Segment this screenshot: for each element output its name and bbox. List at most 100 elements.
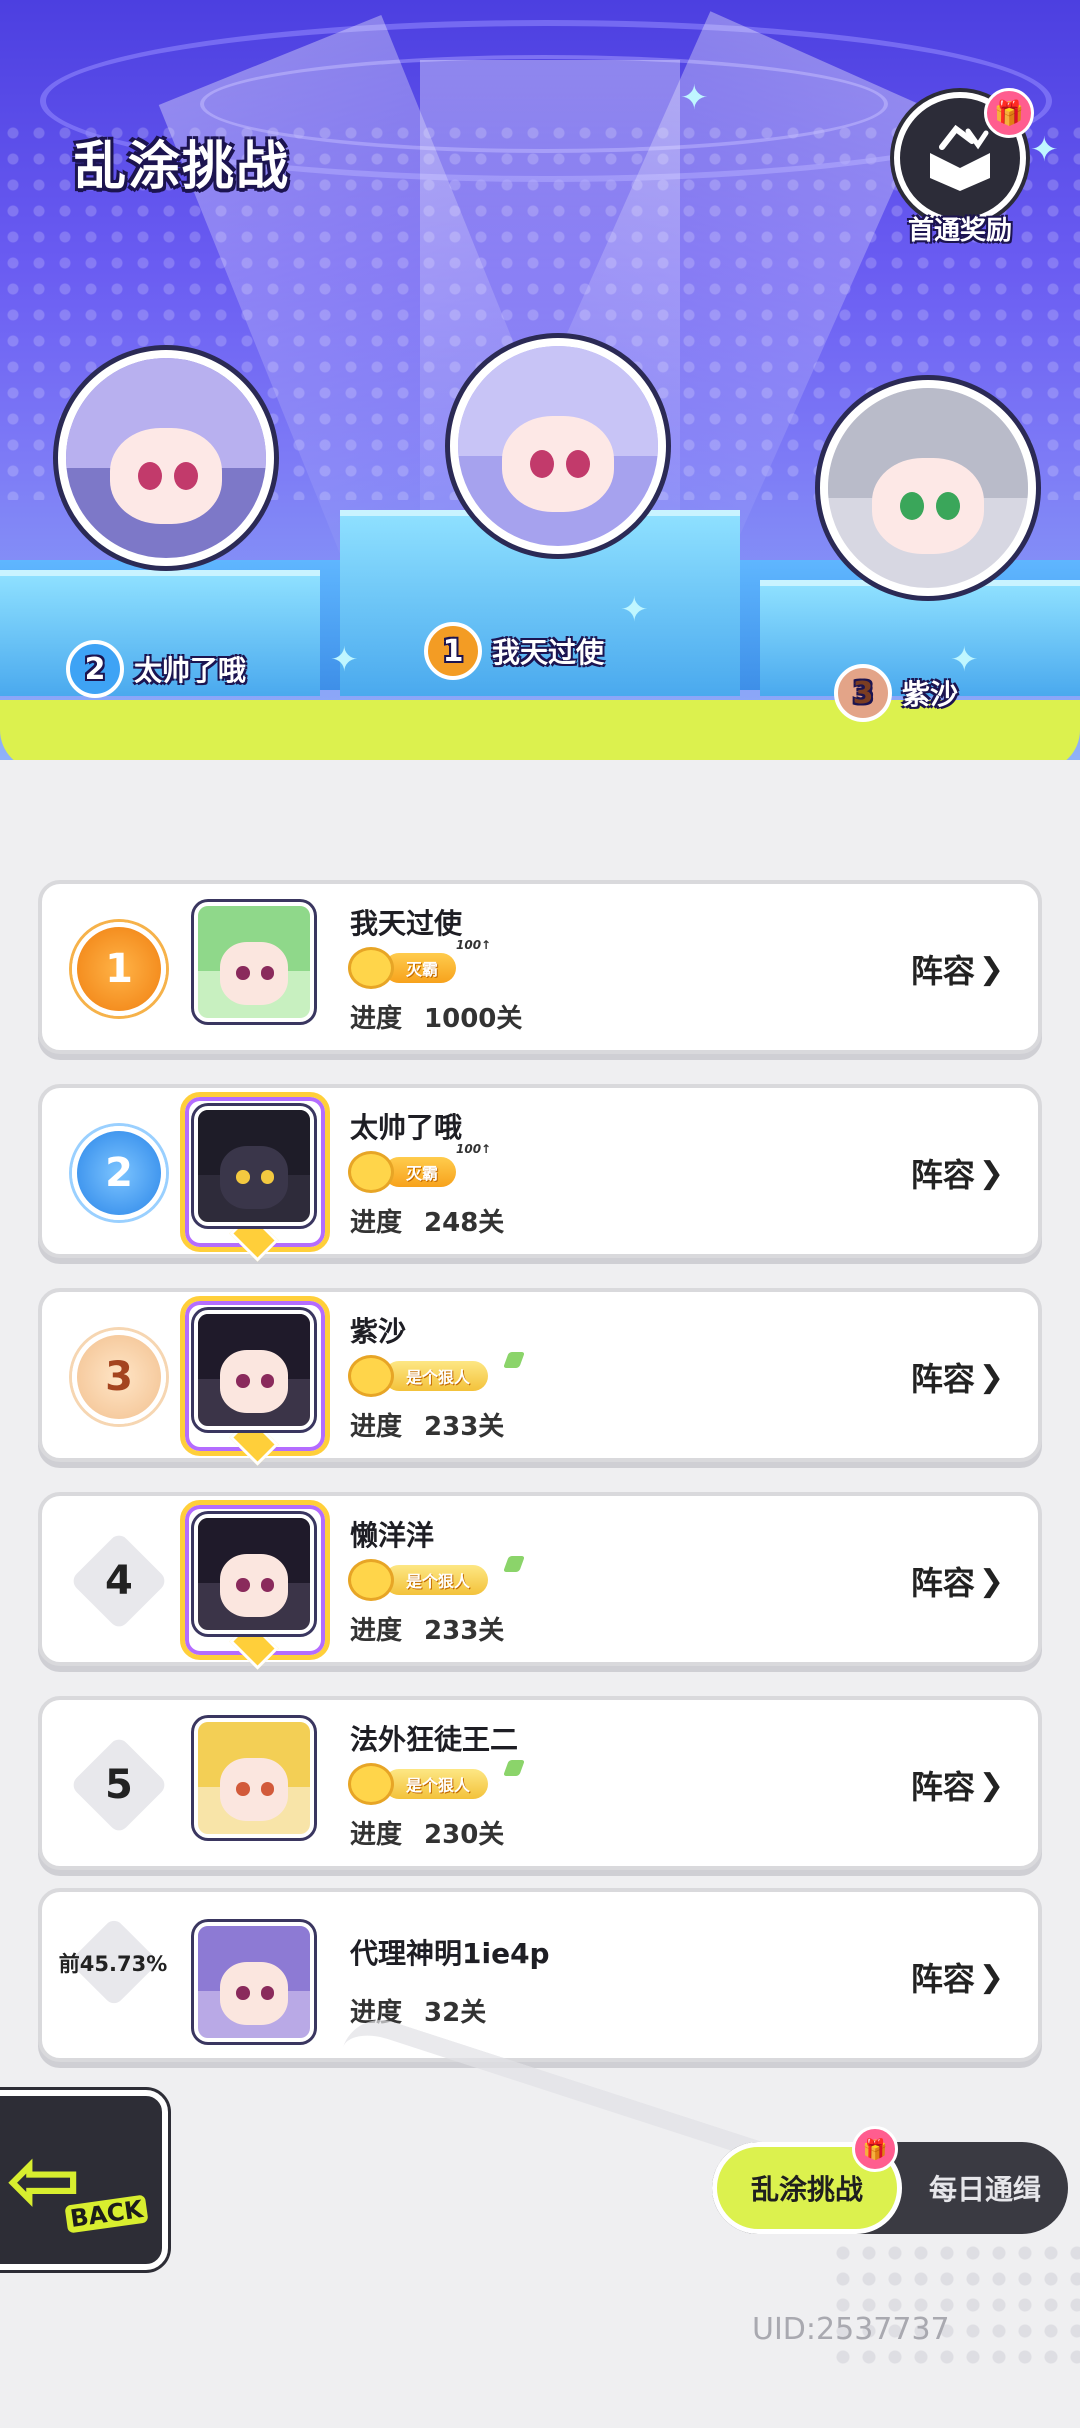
progress-text: 进度 230关: [350, 1814, 504, 1851]
user-id: UID:2537737: [752, 2312, 950, 2347]
rank-number: 4: [105, 1558, 133, 1604]
tab-daily-wanted[interactable]: 每日通缉: [902, 2142, 1068, 2234]
coin-icon: [348, 947, 394, 989]
progress-text: 进度 248关: [350, 1202, 504, 1239]
player-name: 我天过使: [492, 636, 605, 669]
rank-badge: 1: [424, 622, 482, 680]
leaf-icon: [503, 1760, 525, 1776]
chevron-right-icon: ❯: [978, 1767, 1004, 1803]
gift-icon: 🎁: [852, 2126, 898, 2172]
avatar[interactable]: [194, 1514, 314, 1634]
avatar[interactable]: [194, 1310, 314, 1430]
progress-label: 进度: [350, 1616, 403, 1646]
leaderboard-row: 4 懒洋洋 是个狠人 进度 233关 阵容 ❯: [38, 1492, 1042, 1670]
badge-tag: 100↑: [456, 1142, 492, 1156]
progress-label: 进度: [350, 1208, 403, 1238]
badge-tag: 100↑: [456, 938, 492, 952]
progress-label: 进度: [350, 1820, 403, 1850]
progress-value: 248关: [424, 1208, 505, 1238]
chevron-right-icon: ❯: [978, 1563, 1004, 1599]
leaderboard-row: 3 紫沙 是个狠人 进度 233关 阵容 ❯: [38, 1288, 1042, 1466]
lineup-button[interactable]: 阵容 ❯: [911, 1954, 1004, 2000]
background-halftone: [830, 2240, 1080, 2376]
lineup-button[interactable]: 阵容 ❯: [911, 1150, 1004, 1196]
leaf-icon: [503, 1352, 525, 1368]
player-name: 太帅了哦: [350, 1111, 463, 1144]
lineup-button[interactable]: 阵容 ❯: [911, 1354, 1004, 1400]
title-badge: 是个狠人: [348, 1556, 525, 1601]
lineup-label: 阵容: [910, 1360, 975, 1398]
hero-stage: 乱涂挑战 🎁 首通奖励 2 太帅了哦 1 我天过使 3 紫沙 ✦ ✦ ✦ ✦ ✦: [0, 0, 1080, 760]
progress-value: 233关: [424, 1616, 505, 1646]
badge-label: 是个狠人: [384, 1769, 489, 1799]
coin-icon: [348, 1151, 394, 1193]
sparkle-icon: ✦: [330, 640, 359, 680]
podium-character-second[interactable]: [58, 350, 274, 566]
rank-indicator: 4: [64, 1531, 174, 1631]
rank-indicator: 1: [64, 922, 174, 1016]
lineup-label: 阵容: [910, 952, 975, 990]
avatar[interactable]: [194, 1106, 314, 1226]
title-badge: 是个狠人: [348, 1352, 525, 1397]
leaf-icon: [503, 1556, 525, 1572]
title-badge: 灭霸 100↑: [348, 1142, 491, 1193]
percentile-label: 前45.73%: [58, 1952, 168, 1976]
rank-badge: 2: [66, 640, 124, 698]
progress-label: 进度: [350, 1004, 403, 1034]
chick-icon: [348, 1559, 394, 1601]
back-button[interactable]: ⇦ BACK: [0, 2090, 168, 2270]
avatar[interactable]: [194, 1922, 314, 2042]
lineup-label: 阵容: [910, 1960, 975, 1998]
leaderboard-row: 5 法外狂徒王二 是个狠人 进度 230关 阵容 ❯: [38, 1696, 1042, 1870]
page-title: 乱涂挑战: [74, 137, 291, 197]
progress-value: 233关: [424, 1412, 505, 1442]
title-badge: 是个狠人: [348, 1760, 525, 1805]
lineup-button[interactable]: 阵容 ❯: [911, 1558, 1004, 1604]
podium-name-second: 2 太帅了哦: [66, 640, 246, 698]
chevron-right-icon: ❯: [978, 951, 1004, 987]
rank-indicator: 2: [64, 1126, 174, 1220]
chevron-right-icon: ❯: [978, 1359, 1004, 1395]
lineup-button[interactable]: 阵容 ❯: [911, 946, 1004, 992]
gift-icon: 🎁: [984, 88, 1034, 138]
lineup-label: 阵容: [910, 1156, 975, 1194]
player-name: 代理神明1ie4p: [350, 1937, 550, 1970]
chevron-right-icon: ❯: [978, 1155, 1004, 1191]
podium-character-third[interactable]: [820, 380, 1036, 596]
podium-name-third: 3 紫沙: [834, 664, 958, 722]
avatar[interactable]: [194, 1718, 314, 1838]
player-name: 法外狂徒王二: [350, 1723, 519, 1756]
progress-label: 进度: [350, 1412, 403, 1442]
leaderboard-row: 2 太帅了哦 灭霸 100↑ 进度 248关 阵容 ❯: [38, 1084, 1042, 1262]
podium-name-first: 1 我天过使: [424, 622, 604, 680]
progress-text: 进度 233关: [350, 1610, 504, 1647]
sparkle-icon: ✦: [1030, 130, 1059, 170]
badge-label: 是个狠人: [384, 1361, 489, 1391]
rank-badge: 3: [834, 664, 892, 722]
bronze-medal-icon: 3: [72, 1330, 166, 1424]
progress-text: 进度 233关: [350, 1406, 504, 1443]
player-name: 紫沙: [350, 1315, 407, 1348]
self-rank-row: 前45.73% 代理神明1ie4p 进度 32关 阵容 ❯: [38, 1888, 1042, 2062]
badge-label: 是个狠人: [384, 1565, 489, 1595]
silver-medal-icon: 2: [72, 1126, 166, 1220]
leaderboard-row: 1 我天过使 灭霸 100↑ 进度 1000关 阵容 ❯: [38, 880, 1042, 1054]
podium-character-first[interactable]: [450, 338, 666, 554]
reward-label: 首通奖励: [907, 216, 1012, 246]
first-clear-reward-button[interactable]: 🎁 首通奖励: [890, 88, 1034, 246]
player-name: 懒洋洋: [350, 1519, 435, 1552]
avatar[interactable]: [194, 902, 314, 1022]
chick-icon: [348, 1355, 394, 1397]
lineup-label: 阵容: [910, 1768, 975, 1806]
progress-text: 进度 1000关: [350, 998, 522, 1035]
sparkle-icon: ✦: [680, 78, 709, 118]
badge-label: 灭霸: [384, 953, 457, 983]
badge-label: 灭霸: [384, 1157, 457, 1187]
lineup-label: 阵容: [910, 1564, 975, 1602]
sparkle-icon: ✦: [620, 590, 649, 630]
gold-medal-icon: 1: [72, 922, 166, 1016]
lineup-button[interactable]: 阵容 ❯: [911, 1762, 1004, 1808]
chevron-right-icon: ❯: [978, 1959, 1004, 1995]
title-badge: 灭霸 100↑: [348, 938, 491, 989]
progress-value: 1000关: [424, 1004, 523, 1034]
